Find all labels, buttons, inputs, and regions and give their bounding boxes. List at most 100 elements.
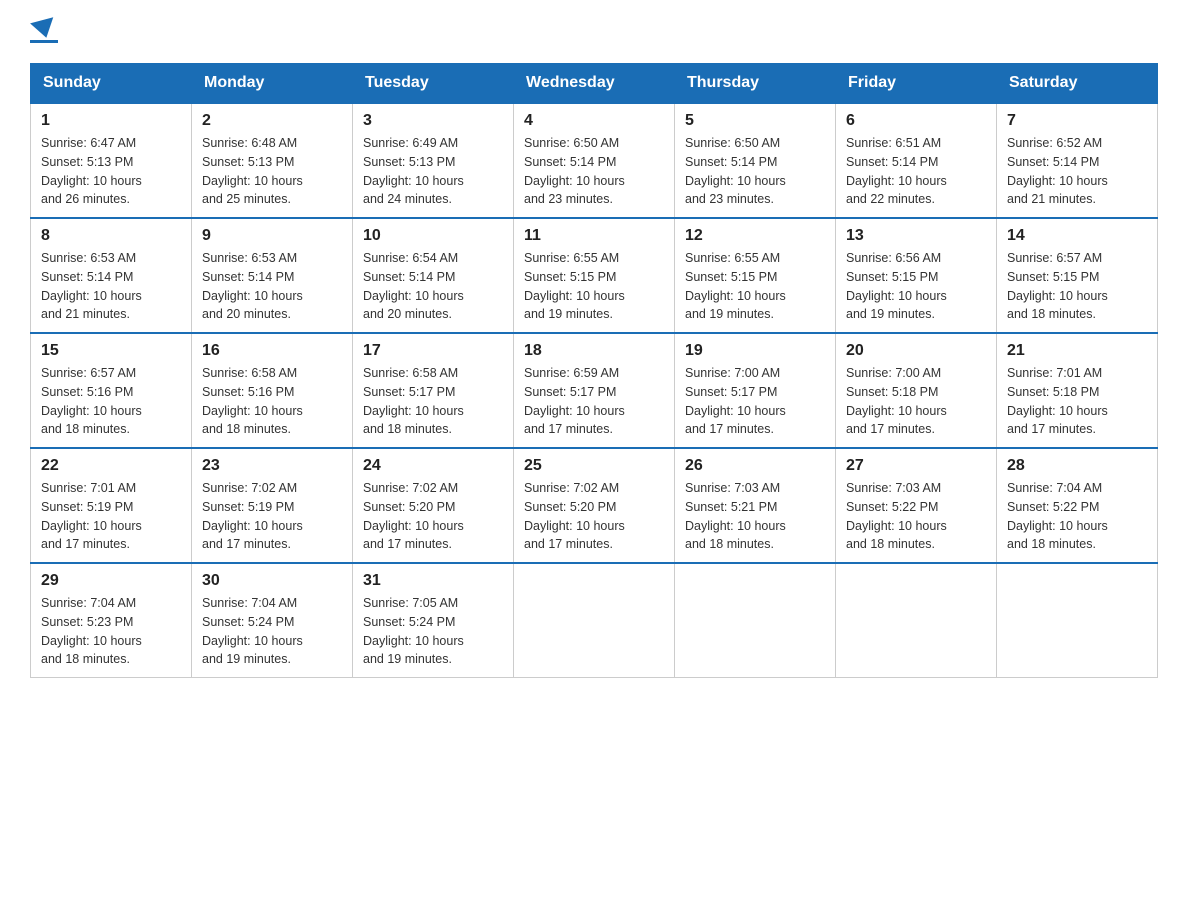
- day-number: 24: [363, 457, 503, 475]
- day-number: 29: [41, 572, 181, 590]
- day-number: 2: [202, 112, 342, 130]
- day-info: Sunrise: 6:57 AM Sunset: 5:15 PM Dayligh…: [1007, 249, 1147, 324]
- calendar-cell: [514, 563, 675, 678]
- day-info: Sunrise: 7:03 AM Sunset: 5:22 PM Dayligh…: [846, 479, 986, 554]
- calendar-cell: 13 Sunrise: 6:56 AM Sunset: 5:15 PM Dayl…: [836, 218, 997, 333]
- calendar-cell: 18 Sunrise: 6:59 AM Sunset: 5:17 PM Dayl…: [514, 333, 675, 448]
- calendar-cell: 22 Sunrise: 7:01 AM Sunset: 5:19 PM Dayl…: [31, 448, 192, 563]
- day-number: 28: [1007, 457, 1147, 475]
- day-number: 25: [524, 457, 664, 475]
- page-header: [30, 20, 1158, 43]
- day-info: Sunrise: 6:57 AM Sunset: 5:16 PM Dayligh…: [41, 364, 181, 439]
- calendar-cell: 31 Sunrise: 7:05 AM Sunset: 5:24 PM Dayl…: [353, 563, 514, 678]
- day-info: Sunrise: 6:55 AM Sunset: 5:15 PM Dayligh…: [524, 249, 664, 324]
- calendar-cell: 30 Sunrise: 7:04 AM Sunset: 5:24 PM Dayl…: [192, 563, 353, 678]
- day-header-thursday: Thursday: [675, 64, 836, 104]
- calendar-cell: 24 Sunrise: 7:02 AM Sunset: 5:20 PM Dayl…: [353, 448, 514, 563]
- calendar-cell: 7 Sunrise: 6:52 AM Sunset: 5:14 PM Dayli…: [997, 103, 1158, 218]
- day-info: Sunrise: 6:49 AM Sunset: 5:13 PM Dayligh…: [363, 134, 503, 209]
- calendar-cell: 25 Sunrise: 7:02 AM Sunset: 5:20 PM Dayl…: [514, 448, 675, 563]
- day-info: Sunrise: 6:52 AM Sunset: 5:14 PM Dayligh…: [1007, 134, 1147, 209]
- calendar-week-row: 29 Sunrise: 7:04 AM Sunset: 5:23 PM Dayl…: [31, 563, 1158, 678]
- calendar-cell: 2 Sunrise: 6:48 AM Sunset: 5:13 PM Dayli…: [192, 103, 353, 218]
- calendar-week-row: 15 Sunrise: 6:57 AM Sunset: 5:16 PM Dayl…: [31, 333, 1158, 448]
- day-info: Sunrise: 7:03 AM Sunset: 5:21 PM Dayligh…: [685, 479, 825, 554]
- day-number: 20: [846, 342, 986, 360]
- day-info: Sunrise: 6:48 AM Sunset: 5:13 PM Dayligh…: [202, 134, 342, 209]
- day-info: Sunrise: 7:01 AM Sunset: 5:18 PM Dayligh…: [1007, 364, 1147, 439]
- day-number: 17: [363, 342, 503, 360]
- calendar-cell: 17 Sunrise: 6:58 AM Sunset: 5:17 PM Dayl…: [353, 333, 514, 448]
- day-header-saturday: Saturday: [997, 64, 1158, 104]
- day-number: 6: [846, 112, 986, 130]
- calendar-cell: 9 Sunrise: 6:53 AM Sunset: 5:14 PM Dayli…: [192, 218, 353, 333]
- day-number: 9: [202, 227, 342, 245]
- day-info: Sunrise: 6:50 AM Sunset: 5:14 PM Dayligh…: [685, 134, 825, 209]
- day-header-sunday: Sunday: [31, 64, 192, 104]
- day-info: Sunrise: 7:04 AM Sunset: 5:22 PM Dayligh…: [1007, 479, 1147, 554]
- day-number: 13: [846, 227, 986, 245]
- calendar-cell: [675, 563, 836, 678]
- calendar-table: SundayMondayTuesdayWednesdayThursdayFrid…: [30, 63, 1158, 678]
- day-number: 3: [363, 112, 503, 130]
- day-number: 15: [41, 342, 181, 360]
- day-header-wednesday: Wednesday: [514, 64, 675, 104]
- day-info: Sunrise: 6:51 AM Sunset: 5:14 PM Dayligh…: [846, 134, 986, 209]
- calendar-week-row: 1 Sunrise: 6:47 AM Sunset: 5:13 PM Dayli…: [31, 103, 1158, 218]
- day-info: Sunrise: 7:00 AM Sunset: 5:18 PM Dayligh…: [846, 364, 986, 439]
- calendar-cell: 16 Sunrise: 6:58 AM Sunset: 5:16 PM Dayl…: [192, 333, 353, 448]
- day-number: 18: [524, 342, 664, 360]
- calendar-cell: 19 Sunrise: 7:00 AM Sunset: 5:17 PM Dayl…: [675, 333, 836, 448]
- calendar-cell: 5 Sunrise: 6:50 AM Sunset: 5:14 PM Dayli…: [675, 103, 836, 218]
- logo-triangle-icon: [30, 17, 58, 41]
- day-number: 5: [685, 112, 825, 130]
- calendar-cell: 4 Sunrise: 6:50 AM Sunset: 5:14 PM Dayli…: [514, 103, 675, 218]
- calendar-cell: 26 Sunrise: 7:03 AM Sunset: 5:21 PM Dayl…: [675, 448, 836, 563]
- day-header-friday: Friday: [836, 64, 997, 104]
- calendar-cell: 12 Sunrise: 6:55 AM Sunset: 5:15 PM Dayl…: [675, 218, 836, 333]
- calendar-cell: 14 Sunrise: 6:57 AM Sunset: 5:15 PM Dayl…: [997, 218, 1158, 333]
- day-number: 27: [846, 457, 986, 475]
- day-header-monday: Monday: [192, 64, 353, 104]
- logo: [30, 20, 58, 43]
- day-info: Sunrise: 7:02 AM Sunset: 5:19 PM Dayligh…: [202, 479, 342, 554]
- day-number: 23: [202, 457, 342, 475]
- day-number: 11: [524, 227, 664, 245]
- day-number: 21: [1007, 342, 1147, 360]
- day-number: 1: [41, 112, 181, 130]
- calendar-header-row: SundayMondayTuesdayWednesdayThursdayFrid…: [31, 64, 1158, 104]
- day-info: Sunrise: 6:50 AM Sunset: 5:14 PM Dayligh…: [524, 134, 664, 209]
- day-info: Sunrise: 6:47 AM Sunset: 5:13 PM Dayligh…: [41, 134, 181, 209]
- day-number: 7: [1007, 112, 1147, 130]
- calendar-cell: 8 Sunrise: 6:53 AM Sunset: 5:14 PM Dayli…: [31, 218, 192, 333]
- calendar-cell: 28 Sunrise: 7:04 AM Sunset: 5:22 PM Dayl…: [997, 448, 1158, 563]
- day-info: Sunrise: 7:02 AM Sunset: 5:20 PM Dayligh…: [524, 479, 664, 554]
- day-info: Sunrise: 6:55 AM Sunset: 5:15 PM Dayligh…: [685, 249, 825, 324]
- day-info: Sunrise: 6:54 AM Sunset: 5:14 PM Dayligh…: [363, 249, 503, 324]
- calendar-cell: 1 Sunrise: 6:47 AM Sunset: 5:13 PM Dayli…: [31, 103, 192, 218]
- day-number: 16: [202, 342, 342, 360]
- day-header-tuesday: Tuesday: [353, 64, 514, 104]
- day-number: 12: [685, 227, 825, 245]
- day-info: Sunrise: 7:00 AM Sunset: 5:17 PM Dayligh…: [685, 364, 825, 439]
- calendar-cell: 23 Sunrise: 7:02 AM Sunset: 5:19 PM Dayl…: [192, 448, 353, 563]
- day-info: Sunrise: 7:02 AM Sunset: 5:20 PM Dayligh…: [363, 479, 503, 554]
- day-number: 31: [363, 572, 503, 590]
- calendar-cell: 20 Sunrise: 7:00 AM Sunset: 5:18 PM Dayl…: [836, 333, 997, 448]
- day-number: 10: [363, 227, 503, 245]
- day-info: Sunrise: 7:01 AM Sunset: 5:19 PM Dayligh…: [41, 479, 181, 554]
- calendar-cell: 15 Sunrise: 6:57 AM Sunset: 5:16 PM Dayl…: [31, 333, 192, 448]
- day-info: Sunrise: 6:56 AM Sunset: 5:15 PM Dayligh…: [846, 249, 986, 324]
- day-number: 22: [41, 457, 181, 475]
- calendar-cell: 29 Sunrise: 7:04 AM Sunset: 5:23 PM Dayl…: [31, 563, 192, 678]
- day-number: 30: [202, 572, 342, 590]
- calendar-cell: [836, 563, 997, 678]
- day-info: Sunrise: 6:59 AM Sunset: 5:17 PM Dayligh…: [524, 364, 664, 439]
- day-info: Sunrise: 7:04 AM Sunset: 5:23 PM Dayligh…: [41, 594, 181, 669]
- calendar-cell: 6 Sunrise: 6:51 AM Sunset: 5:14 PM Dayli…: [836, 103, 997, 218]
- day-info: Sunrise: 7:05 AM Sunset: 5:24 PM Dayligh…: [363, 594, 503, 669]
- day-info: Sunrise: 6:58 AM Sunset: 5:16 PM Dayligh…: [202, 364, 342, 439]
- calendar-cell: 11 Sunrise: 6:55 AM Sunset: 5:15 PM Dayl…: [514, 218, 675, 333]
- day-number: 14: [1007, 227, 1147, 245]
- day-info: Sunrise: 6:58 AM Sunset: 5:17 PM Dayligh…: [363, 364, 503, 439]
